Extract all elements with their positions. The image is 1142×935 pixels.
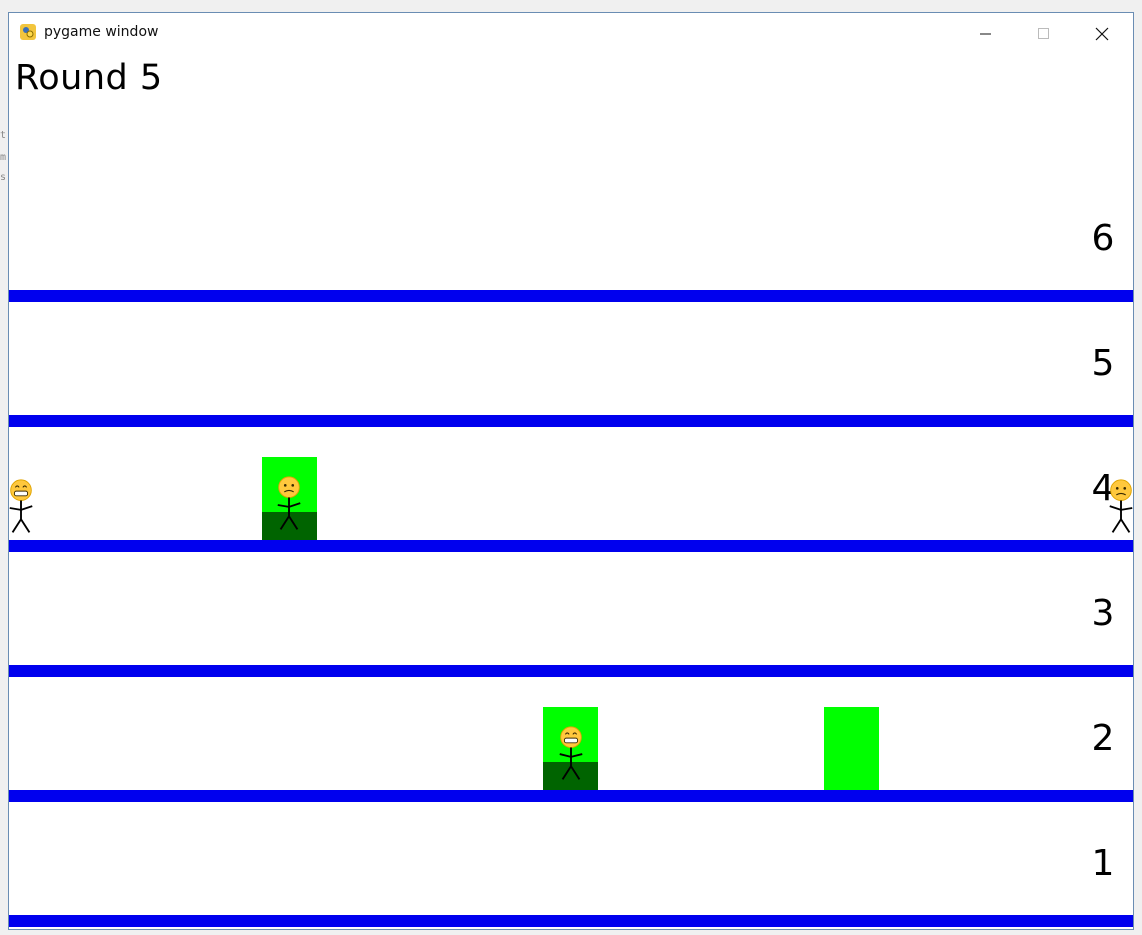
maximize-button[interactable] xyxy=(1015,13,1073,54)
elevator-floor-2-occupied[interactable] xyxy=(543,707,598,790)
close-icon xyxy=(1095,27,1109,40)
floor-number-5: 5 xyxy=(1091,343,1115,384)
floor-line-4 xyxy=(9,540,1133,552)
stick-person-grinning xyxy=(559,726,583,780)
elevator-floor-2-empty[interactable] xyxy=(824,707,879,790)
floor-line-3 xyxy=(9,665,1133,677)
floor-line-5 xyxy=(9,415,1133,427)
floor-line-1 xyxy=(9,915,1133,927)
background-code-fragment: t xyxy=(0,130,7,141)
background-code-fragment: m xyxy=(0,152,7,163)
title-bar[interactable]: pygame window xyxy=(9,13,1133,54)
floor-number-6: 6 xyxy=(1091,218,1115,259)
pygame-window: pygame window Round 5 6 5 4 3 2 1 xyxy=(8,12,1134,930)
maximize-icon xyxy=(1038,27,1049,39)
round-label: Round 5 xyxy=(15,58,163,98)
close-button[interactable] xyxy=(1073,13,1131,54)
elevator-floor-4[interactable] xyxy=(262,457,317,540)
floor-number-1: 1 xyxy=(1091,843,1115,884)
background-code-fragment: s xyxy=(0,172,7,183)
floor-number-3: 3 xyxy=(1091,593,1115,634)
stick-person-worried xyxy=(277,476,301,530)
window-title: pygame window xyxy=(44,24,159,40)
pygame-snake-icon xyxy=(20,24,36,40)
minimize-icon xyxy=(980,33,991,34)
minimize-button[interactable] xyxy=(957,13,1015,54)
game-canvas[interactable]: Round 5 6 5 4 3 2 1 xyxy=(9,54,1133,929)
floor-line-6 xyxy=(9,290,1133,302)
floor-line-2 xyxy=(9,790,1133,802)
floor-number-2: 2 xyxy=(1091,718,1115,759)
waiting-person-left-grinning xyxy=(9,479,33,533)
waiting-person-right-worried xyxy=(1109,479,1133,533)
